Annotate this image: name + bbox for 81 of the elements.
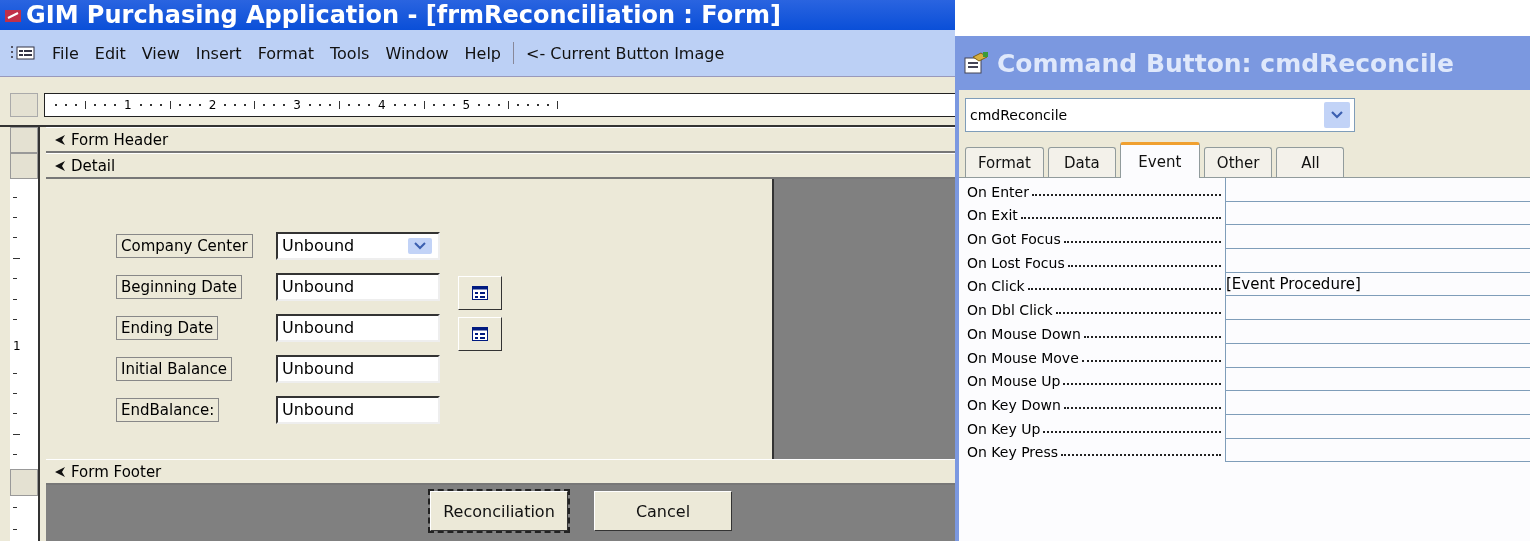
ruler-number: 2 xyxy=(208,98,217,112)
section-title: Detail xyxy=(71,156,116,175)
menu-item[interactable]: Window xyxy=(379,40,455,66)
property-name: On Key Down xyxy=(967,396,1061,413)
ruler-number: 1 xyxy=(13,339,22,354)
property-value-field[interactable] xyxy=(1225,249,1530,273)
ruler-number: 4 xyxy=(377,98,386,112)
calendar-button[interactable] xyxy=(458,276,502,310)
form-icon xyxy=(472,286,488,300)
form-selector[interactable] xyxy=(10,93,38,117)
window-title: GIM Purchasing Application - [frmReconciliation : Form] xyxy=(26,0,781,30)
property-name: On Enter xyxy=(967,183,1029,200)
section-title: Form Header xyxy=(71,130,169,149)
property-value-field[interactable] xyxy=(1225,296,1530,321)
field-label: Beginning Date xyxy=(116,274,243,299)
dropdown-icon[interactable] xyxy=(408,237,432,254)
field-label: EndBalance: xyxy=(116,397,220,422)
property-value-field[interactable] xyxy=(1225,178,1530,202)
form-button[interactable]: Cancel xyxy=(594,491,732,531)
menu-item[interactable]: Insert xyxy=(189,40,248,66)
ruler-number: 1 xyxy=(124,98,132,112)
dropdown-icon[interactable] xyxy=(1324,102,1350,128)
section-selector[interactable] xyxy=(10,127,38,153)
app-icon xyxy=(4,8,22,24)
form-icon xyxy=(10,44,36,62)
text-box[interactable]: Unbound xyxy=(276,354,440,383)
property-value-field[interactable] xyxy=(1225,320,1530,344)
ruler-number: 5 xyxy=(462,98,471,112)
property-value-field[interactable] xyxy=(1225,367,1530,392)
combo-box[interactable]: Unbound xyxy=(276,231,440,260)
property-name: On Got Focus xyxy=(967,231,1061,248)
menu-item[interactable]: File xyxy=(46,40,85,66)
properties-icon xyxy=(963,51,989,75)
property-name: On Key Press xyxy=(967,444,1059,461)
property-name: On Lost Focus xyxy=(967,254,1065,271)
section-bar[interactable]: Form Footer xyxy=(46,459,955,485)
section-bar[interactable]: Form Header xyxy=(46,127,955,153)
menu-item[interactable]: Tools xyxy=(324,40,376,66)
property-name: On Mouse Move xyxy=(967,349,1079,366)
toolbar-hint: <- Current Button Image xyxy=(525,42,726,65)
property-value-field[interactable] xyxy=(1225,225,1530,250)
property-value-field[interactable] xyxy=(1225,414,1530,439)
property-value-field[interactable] xyxy=(1225,391,1530,415)
field-label: Initial Balance xyxy=(116,356,233,381)
form-button[interactable]: Reconciliation xyxy=(430,491,568,531)
ruler-number: 3 xyxy=(293,98,301,112)
property-name: On Key Up xyxy=(967,420,1041,437)
field-label: Ending Date xyxy=(116,315,219,340)
text-box[interactable]: Unbound xyxy=(276,272,440,301)
section-arrow-icon xyxy=(54,133,66,146)
property-value-field[interactable] xyxy=(1225,343,1530,368)
property-name: On Dbl Click xyxy=(967,302,1053,319)
form-icon xyxy=(472,327,488,341)
tab[interactable]: Other xyxy=(1203,147,1273,177)
object-dropdown[interactable]: cmdReconcile xyxy=(965,98,1355,132)
menu-item[interactable]: View xyxy=(135,40,186,66)
section-selector[interactable] xyxy=(10,469,38,496)
section-arrow-icon xyxy=(54,465,66,478)
calendar-button[interactable] xyxy=(458,317,502,351)
tab[interactable]: Event xyxy=(1119,142,1200,178)
property-name: On Mouse Down xyxy=(967,325,1081,342)
property-value-field[interactable] xyxy=(1225,438,1530,463)
property-name: On Exit xyxy=(967,207,1018,224)
tab[interactable]: All xyxy=(1276,147,1345,177)
property-value-field[interactable] xyxy=(1225,201,1530,226)
menu-item[interactable]: Help xyxy=(458,40,507,66)
field-label: Company Center xyxy=(116,233,253,258)
section-title: Form Footer xyxy=(71,462,162,481)
window-title: Command Button: cmdReconcile xyxy=(997,48,1454,78)
property-name: On Click xyxy=(967,278,1025,295)
section-bar[interactable]: Detail xyxy=(46,153,955,179)
section-arrow-icon xyxy=(54,159,66,172)
text-box[interactable]: Unbound xyxy=(276,313,440,342)
tab[interactable]: Data xyxy=(1047,147,1116,177)
menu-item[interactable]: Edit xyxy=(88,40,132,66)
menu-item[interactable]: Format xyxy=(251,40,320,66)
property-value-field[interactable]: [Event Procedure] xyxy=(1225,272,1530,297)
tab[interactable]: Format xyxy=(965,147,1044,177)
section-selector[interactable] xyxy=(10,153,38,179)
text-box[interactable]: Unbound xyxy=(276,395,440,424)
property-name: On Mouse Up xyxy=(967,373,1061,390)
